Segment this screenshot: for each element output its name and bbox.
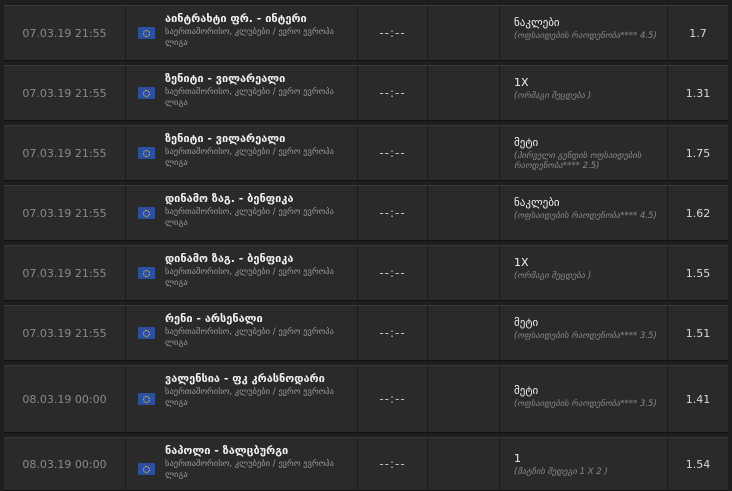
match-date: 07.03.19 21:55 bbox=[4, 186, 126, 240]
empty-cell bbox=[428, 438, 500, 490]
bet-odd: 1.55 bbox=[685, 266, 711, 280]
match-teams[interactable]: ნაპოლი - ზალცბურგი bbox=[165, 443, 349, 458]
match-score: --:-- bbox=[358, 306, 428, 360]
bet-cell: მეტი (ოფსაიდების რაოდენობა**** 3.5) bbox=[500, 306, 668, 360]
bet-detail: (ორმაგი შეცდება ) bbox=[514, 91, 592, 101]
match-date: 07.03.19 21:55 bbox=[4, 246, 126, 300]
bet-cell: მეტი (პირველი გუნდის ოფსაიდების რაოდენობ… bbox=[500, 126, 668, 180]
match-score: --:-- bbox=[358, 66, 428, 120]
match-date: 07.03.19 21:55 bbox=[4, 6, 126, 60]
table-row[interactable]: 07.03.19 21:55 დინამო ზაგ. - ბენფიკა საე… bbox=[4, 185, 728, 241]
table-row[interactable]: 07.03.19 21:55 აინტრახტი ფრ. - ინტერი სა… bbox=[4, 5, 728, 61]
bet-odd: 1.51 bbox=[685, 326, 711, 340]
league-name: საერთაშორისო, კლუბები / ევრო ევროპა ლიგა bbox=[165, 267, 334, 288]
empty-cell bbox=[428, 126, 500, 180]
eu-flag-icon bbox=[138, 267, 155, 279]
table-row[interactable]: 07.03.19 21:55 დინამო ზაგ. - ბენფიკა საე… bbox=[4, 245, 728, 301]
match-teams[interactable]: ზენიტი - ვილარეალი bbox=[165, 71, 349, 86]
match-teams[interactable]: დინამო ზაგ. - ბენფიკა bbox=[165, 251, 349, 266]
league-name: საერთაშორისო, კლუბები / ევრო ევროპა ლიგა bbox=[165, 387, 334, 408]
bet-detail: (ოფსაიდების რაოდენობა**** 4.5) bbox=[514, 211, 657, 221]
bet-odd: 1.31 bbox=[685, 86, 711, 100]
match-date: 08.03.19 00:00 bbox=[4, 438, 126, 490]
match-teams[interactable]: დინამო ზაგ. - ბენფიკა bbox=[165, 191, 349, 206]
eu-flag-icon bbox=[138, 27, 155, 39]
match-score: --:-- bbox=[358, 186, 428, 240]
match-date: 08.03.19 00:00 bbox=[4, 366, 126, 432]
match-teams[interactable]: აინტრახტი ფრ. - ინტერი bbox=[165, 11, 349, 26]
bet-type: მეტი bbox=[514, 384, 539, 397]
bet-type: 1X bbox=[514, 256, 529, 269]
empty-cell bbox=[428, 246, 500, 300]
match-date: 07.03.19 21:55 bbox=[4, 306, 126, 360]
empty-cell bbox=[428, 6, 500, 60]
match-score: --:-- bbox=[358, 438, 428, 490]
table-row[interactable]: 07.03.19 21:55 ზენიტი - ვილარეალი საერთა… bbox=[4, 65, 728, 121]
match-score: --:-- bbox=[358, 126, 428, 180]
match-score: --:-- bbox=[358, 246, 428, 300]
bet-cell: ნაკლები (ოფსაიდების რაოდენობა**** 4.5) bbox=[500, 6, 668, 60]
bet-cell: 1X (ორმაგი შეცდება ) bbox=[500, 246, 668, 300]
eu-flag-icon bbox=[138, 393, 155, 405]
empty-cell bbox=[428, 186, 500, 240]
league-name: საერთაშორისო, კლუბები / ევრო ევროპა ლიგა bbox=[165, 207, 334, 228]
match-cell: დინამო ზაგ. - ბენფიკა საერთაშორისო, კლუბ… bbox=[126, 246, 358, 300]
match-teams[interactable]: ვალენსია - ფკ კრასნოდარი bbox=[165, 371, 349, 386]
empty-cell bbox=[428, 66, 500, 120]
empty-cell bbox=[428, 306, 500, 360]
league-name: საერთაშორისო, კლუბები / ევრო ევროპა ლიგა bbox=[165, 327, 334, 348]
empty-cell bbox=[428, 366, 500, 432]
match-date: 07.03.19 21:55 bbox=[4, 126, 126, 180]
match-date: 07.03.19 21:55 bbox=[4, 66, 126, 120]
table-row[interactable]: 07.03.19 21:55 ზენიტი - ვილარეალი საერთა… bbox=[4, 125, 728, 181]
league-name: საერთაშორისო, კლუბები / ევრო ევროპა ლიგა bbox=[165, 87, 334, 108]
match-cell: ზენიტი - ვილარეალი საერთაშორისო, კლუბები… bbox=[126, 66, 358, 120]
match-cell: რენი - არსენალი საერთაშორისო, კლუბები / … bbox=[126, 306, 358, 360]
bet-cell: ნაკლები (ოფსაიდების რაოდენობა**** 4.5) bbox=[500, 186, 668, 240]
table-row[interactable]: 08.03.19 00:00 ნაპოლი - ზალცბურგი საერთა… bbox=[4, 437, 728, 491]
eu-flag-icon bbox=[138, 327, 155, 339]
match-cell: ზენიტი - ვილარეალი საერთაშორისო, კლუბები… bbox=[126, 126, 358, 180]
match-cell: ნაპოლი - ზალცბურგი საერთაშორისო, კლუბები… bbox=[126, 438, 358, 490]
bet-odd: 1.7 bbox=[689, 26, 707, 40]
eu-flag-icon bbox=[138, 463, 155, 475]
match-cell: აინტრახტი ფრ. - ინტერი საერთაშორისო, კლუ… bbox=[126, 6, 358, 60]
table-row[interactable]: 08.03.19 00:00 ვალენსია - ფკ კრასნოდარი … bbox=[4, 365, 728, 433]
match-teams[interactable]: რენი - არსენალი bbox=[165, 311, 349, 326]
bet-detail: (ორმაგი შეცდება ) bbox=[514, 271, 592, 281]
bet-cell: მეტი (ოფსაიდების რაოდენობა**** 3.5) bbox=[500, 366, 668, 432]
bet-type: 1 bbox=[514, 452, 521, 465]
bet-type: მეტი bbox=[514, 136, 539, 149]
bet-odd: 1.54 bbox=[685, 457, 711, 471]
league-name: საერთაშორისო, კლუბები / ევრო ევროპა ლიგა bbox=[165, 27, 334, 48]
bet-type: მეტი bbox=[514, 316, 539, 329]
match-score: --:-- bbox=[358, 6, 428, 60]
eu-flag-icon bbox=[138, 147, 155, 159]
match-cell: დინამო ზაგ. - ბენფიკა საერთაშორისო, კლუბ… bbox=[126, 186, 358, 240]
match-teams[interactable]: ზენიტი - ვილარეალი bbox=[165, 131, 349, 146]
bet-detail: (პირველი გუნდის ოფსაიდების რაოდენობა****… bbox=[514, 151, 642, 171]
bet-detail: (ოფსაიდების რაოდენობა**** 4.5) bbox=[514, 31, 657, 41]
bet-type: ნაკლები bbox=[514, 16, 560, 29]
bet-cell: 1 (მატჩის შედეგი 1 X 2 ) bbox=[500, 438, 668, 490]
bet-detail: (ოფსაიდების რაოდენობა**** 3.5) bbox=[514, 399, 657, 409]
eu-flag-icon bbox=[138, 87, 155, 99]
bets-table: 07.03.19 21:55 აინტრახტი ფრ. - ინტერი სა… bbox=[0, 0, 732, 491]
bet-detail: (ოფსაიდების რაოდენობა**** 3.5) bbox=[514, 331, 657, 341]
bet-odd: 1.62 bbox=[685, 206, 711, 220]
eu-flag-icon bbox=[138, 207, 155, 219]
bet-type: ნაკლები bbox=[514, 196, 560, 209]
bet-cell: 1X (ორმაგი შეცდება ) bbox=[500, 66, 668, 120]
bet-odd: 1.75 bbox=[685, 146, 711, 160]
match-score: --:-- bbox=[358, 366, 428, 432]
bet-odd: 1.41 bbox=[685, 392, 711, 406]
table-row[interactable]: 07.03.19 21:55 რენი - არსენალი საერთაშორ… bbox=[4, 305, 728, 361]
bet-type: 1X bbox=[514, 76, 529, 89]
match-cell: ვალენსია - ფკ კრასნოდარი საერთაშორისო, კ… bbox=[126, 366, 358, 432]
league-name: საერთაშორისო, კლუბები / ევრო ევროპა ლიგა bbox=[165, 147, 334, 168]
league-name: საერთაშორისო, კლუბები / ევრო ევროპა ლიგა bbox=[165, 459, 334, 480]
bet-detail: (მატჩის შედეგი 1 X 2 ) bbox=[514, 467, 608, 477]
